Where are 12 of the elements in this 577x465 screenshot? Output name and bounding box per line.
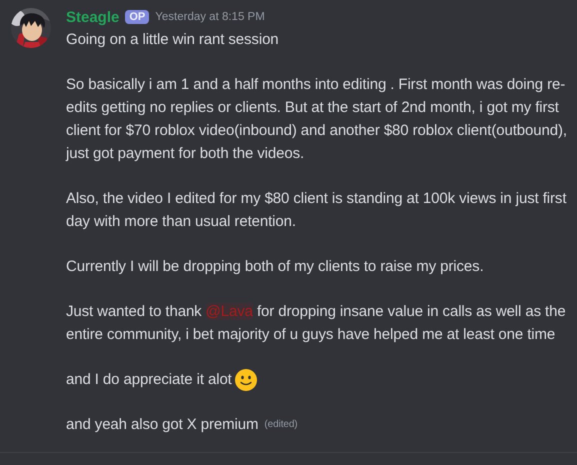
message-text: Currently I will be dropping both of my clients to raise my prices.: [66, 257, 485, 277]
author-name[interactable]: Steagle: [66, 8, 120, 26]
message-text: So basically i am 1 and a half months into editing . First month was doing re-edits getting no replies or clients. But at the start of 2nd month, i got my first client for $70 roblox video(inbound) and another $80 roblox client(outbound), just got payment for both the videos.: [66, 75, 568, 164]
message-text: and I do appreciate it alot: [66, 370, 232, 390]
message-text: Just wanted to thank @Lava for dropping insane value in calls as well as the entire community, i bet majority of u guys have helped me at least one time: [66, 302, 567, 345]
message-text: and yeah also got X premium: [66, 415, 258, 435]
op-badge: OP: [125, 10, 150, 24]
edited-label: (edited): [264, 418, 298, 432]
message-text: Going on a little win rant session: [66, 30, 280, 50]
smiley-icon: [234, 368, 257, 390]
message-text: Also, the video I edited for my $80 client is standing at 100k views in just first day with more than usual retention.: [66, 189, 568, 232]
timestamp: Yesterday at 8:15 PM: [155, 11, 265, 23]
